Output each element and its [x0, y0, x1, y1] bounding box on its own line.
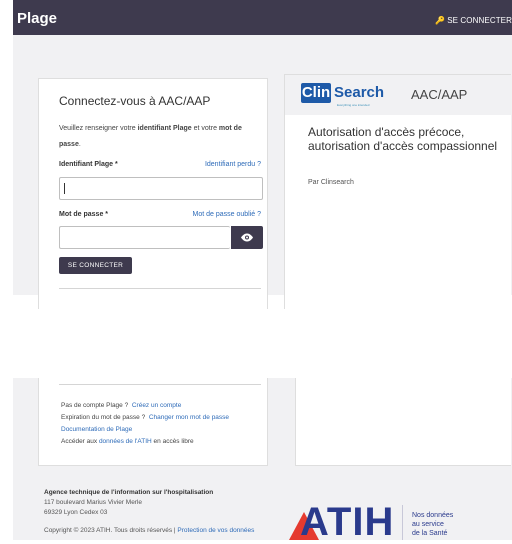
- show-password-button[interactable]: [231, 226, 263, 249]
- footer-address-line1: 117 boulevard Marius Vivier Merle: [44, 499, 143, 506]
- header-login-label: SE CONNECTER: [447, 16, 512, 25]
- service-card-bottom: [295, 378, 511, 466]
- password-input[interactable]: [59, 226, 230, 249]
- header-login-link[interactable]: 🔑 SE CONNECTER: [435, 16, 512, 25]
- bottom-divider: [59, 384, 261, 385]
- password-label: Mot de passe *: [59, 211, 109, 218]
- change-password-link[interactable]: Changer mon mot de passe: [149, 414, 229, 421]
- key-icon: 🔑: [435, 16, 446, 25]
- login-divider: [59, 288, 261, 289]
- login-submit-button[interactable]: SE CONNECTER: [59, 257, 132, 274]
- atih-tagline: Nos données au service de la Santé: [412, 511, 453, 538]
- footer-logo-separator: [402, 505, 403, 540]
- login-card-bottom: Pas de compte Plage ? Créez un compte Ex…: [38, 378, 268, 466]
- identifier-forgot-link[interactable]: Identifiant perdu ?: [205, 161, 261, 168]
- clinsearch-logo-word: Search: [334, 84, 385, 101]
- password-forgot-link[interactable]: Mot de passe oublié ?: [193, 211, 262, 218]
- clinsearch-logo-mark: Clin: [301, 83, 331, 103]
- atih-tagline-line1: Nos données: [412, 512, 454, 519]
- atih-tagline-line3: de la Santé: [412, 530, 448, 537]
- password-expired-line: Expiration du mot de passe ? Changer mon…: [61, 414, 230, 421]
- open-data-line: Accéder aux données de l'ATIH en accès l…: [61, 438, 194, 445]
- service-author: Par Clinsearch: [308, 179, 354, 186]
- signup-line: Pas de compte Plage ? Créez un compte: [61, 402, 182, 409]
- login-intro: Veuillez renseigner votre identifiant Pl…: [59, 125, 242, 148]
- atih-logo-text: ATIH: [300, 500, 395, 544]
- atih-data-link[interactable]: données de l'ATIH: [99, 438, 152, 445]
- footer-copyright: Copyright © 2023 ATIH. Tous droits réser…: [44, 527, 255, 534]
- footer-address-line2: 69329 Lyon Cedex 03: [44, 509, 108, 516]
- identifier-input[interactable]: [59, 177, 263, 200]
- eye-icon: [241, 233, 253, 242]
- identifier-cursor: [64, 183, 65, 194]
- privacy-link[interactable]: Protection de vos données: [177, 527, 254, 534]
- service-card: Clin Search Everything one intended AAC/…: [284, 74, 511, 309]
- brand-logo[interactable]: Plage: [17, 10, 57, 27]
- footer-agency: Agence technique de l'information sur l'…: [44, 489, 214, 496]
- service-title: Autorisation d'accès précoce, autorisati…: [308, 125, 498, 153]
- clinsearch-logo-tagline: Everything one intended: [337, 103, 370, 107]
- login-title: Connectez-vous à AAC/AAP: [59, 94, 211, 108]
- login-card: Connectez-vous à AAC/AAP Veuillez rensei…: [38, 78, 268, 309]
- top-navbar: Plage 🔑 SE CONNECTER: [13, 0, 512, 35]
- atih-tagline-line2: au service: [412, 521, 444, 528]
- service-name: AAC/AAP: [411, 87, 468, 102]
- login-submit-label: SE CONNECTER: [67, 262, 124, 269]
- documentation-link[interactable]: Documentation de Plage: [61, 426, 132, 433]
- identifier-label: Identifiant Plage *: [59, 161, 118, 168]
- create-account-link[interactable]: Créez un compte: [132, 402, 182, 409]
